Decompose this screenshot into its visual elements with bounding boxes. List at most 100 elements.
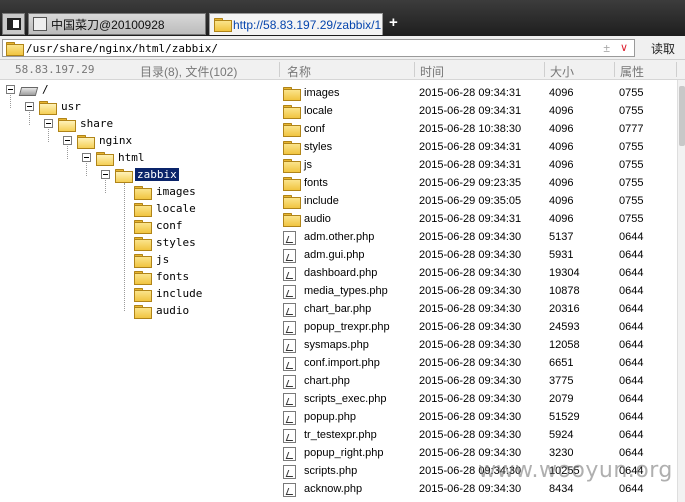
tree-node-root[interactable]: / [6,81,51,98]
new-tab-button[interactable]: + [389,14,398,31]
php-file-icon [283,393,296,407]
folder-row[interactable]: fonts 2015-06-29 09:23:35 4096 0755 [279,174,677,192]
file-size: 24593 [549,321,580,333]
tree-node-nginx[interactable]: nginx [63,132,134,149]
folder-row[interactable]: locale 2015-06-28 09:34:31 4096 0755 [279,102,677,120]
column-divider [614,62,615,77]
tree-label: / [42,83,49,96]
file-name: chart_bar.php [304,303,372,315]
file-size: 51529 [549,411,580,423]
tree-node-fonts[interactable]: fonts [134,268,191,285]
file-size: 5924 [549,429,574,441]
file-row[interactable]: scripts_exec.php 2015-06-28 09:34:30 2079 0… [279,390,677,408]
tree-label: images [156,185,196,198]
collapse-toggle[interactable] [63,136,72,145]
tree-node-usr[interactable]: usr [25,98,83,115]
file-size: 4096 [549,177,574,189]
file-time: 2015-06-28 09:34:31 [419,213,522,225]
collapse-toggle[interactable] [25,102,34,111]
path-input[interactable]: /usr/share/nginx/html/zabbix/ ± ∨ [2,39,635,57]
file-name: include [304,195,339,207]
column-time[interactable]: 时间 [420,63,444,80]
php-file-icon [283,267,296,281]
file-name: media_types.php [304,285,388,297]
collapse-toggle[interactable] [82,153,91,162]
file-name: fonts [304,177,328,189]
folder-row[interactable]: include 2015-06-29 09:35:05 4096 0755 [279,192,677,210]
tree-node-html[interactable]: html [82,149,147,166]
folder-row[interactable]: js 2015-06-28 09:34:31 4096 0755 [279,156,677,174]
file-time: 2015-06-28 09:34:30 [419,249,522,261]
file-row[interactable]: media_types.php 2015-06-28 09:34:30 10878 0… [279,282,677,300]
tree-node-audio[interactable]: audio [134,302,191,319]
tab-label: http://58.83.197.29/zabbix/1... [233,17,383,32]
file-row[interactable]: adm.gui.php 2015-06-28 09:34:30 5931 0644 [279,246,677,264]
tree-label: fonts [156,270,190,283]
file-row[interactable]: popup.php 2015-06-28 09:34:30 51529 0644 [279,408,677,426]
file-row[interactable]: popup_trexpr.php 2015-06-28 09:34:30 24593… [279,318,677,336]
file-row[interactable]: tr_testexpr.php 2015-06-28 09:34:30 5924 06… [279,426,677,444]
file-name: sysmaps.php [304,339,369,351]
add-bookmark-icon[interactable]: ± [603,41,610,55]
vertical-scrollbar[interactable] [677,80,685,502]
file-perm: 0644 [619,303,644,315]
file-name: dashboard.php [304,267,378,279]
folder-row[interactable]: audio 2015-06-28 09:34:31 4096 0755 [279,210,677,228]
read-button[interactable]: 读取 [641,39,685,57]
column-size[interactable]: 大小 [550,63,574,80]
folder-row[interactable]: images 2015-06-28 09:34:31 4096 0755 [279,84,677,102]
file-row[interactable]: conf.import.php 2015-06-28 09:34:30 6651 06… [279,354,677,372]
tree-label: conf [156,219,183,232]
file-time: 2015-06-28 09:34:30 [419,339,522,351]
tree-label: js [156,253,170,266]
tree-node-include[interactable]: include [134,285,204,302]
chevron-down-icon[interactable]: ∨ [620,41,628,54]
folder-icon [283,105,301,119]
path-text: /usr/share/nginx/html/zabbix/ [26,41,219,55]
folder-row[interactable]: styles 2015-06-28 09:34:31 4096 0755 [279,138,677,156]
file-time: 2015-06-28 09:34:31 [419,87,522,99]
file-perm: 0644 [619,321,644,333]
collapse-toggle[interactable] [101,170,110,179]
tree-label: html [118,151,145,164]
file-name: locale [304,105,333,117]
tree-node-locale[interactable]: locale [134,200,198,217]
folder-icon [6,42,24,56]
tree-node-conf[interactable]: conf [134,217,185,234]
file-time: 2015-06-28 10:38:30 [419,123,522,135]
tree-node-styles[interactable]: styles [134,234,198,251]
file-row[interactable]: chart_bar.php 2015-06-28 09:34:30 20316 064… [279,300,677,318]
collapse-toggle[interactable] [6,85,15,94]
folder-icon [283,177,301,191]
file-perm: 0755 [619,177,644,189]
column-perm[interactable]: 属性 [620,63,644,80]
file-perm: 0644 [619,483,644,495]
directory-tree: / usr share nginx html zabbix images loc… [0,80,278,502]
php-file-icon [283,321,296,335]
tab-caidao[interactable]: 中国菜刀@20100928 [28,13,206,35]
file-row[interactable]: sysmaps.php 2015-06-28 09:34:30 12058 0644 [279,336,677,354]
file-time: 2015-06-28 09:34:30 [419,357,522,369]
tab-bar: 中国菜刀@20100928 http://58.83.197.29/zabbix… [0,0,685,36]
collapse-toggle[interactable] [44,119,53,128]
file-row[interactable]: dashboard.php 2015-06-28 09:34:30 19304 064… [279,264,677,282]
file-time: 2015-06-28 09:34:30 [419,303,522,315]
drive-icon [20,85,36,95]
file-time: 2015-06-29 09:23:35 [419,177,522,189]
tree-line [124,183,125,311]
tab-zabbix[interactable]: http://58.83.197.29/zabbix/1... [209,13,383,35]
file-row[interactable]: chart.php 2015-06-28 09:34:30 3775 0644 [279,372,677,390]
scrollbar-thumb[interactable] [679,86,685,146]
file-size: 4096 [549,123,574,135]
column-name[interactable]: 名称 [287,63,311,80]
tree-node-images[interactable]: images [134,183,198,200]
tree-node-share[interactable]: share [44,115,115,132]
tree-node-js[interactable]: js [134,251,171,268]
file-row[interactable]: adm.other.php 2015-06-28 09:34:30 5137 0644 [279,228,677,246]
app-menu-button[interactable] [2,13,25,35]
file-size: 4096 [549,141,574,153]
tree-node-zabbix[interactable]: zabbix [101,166,179,183]
folder-row[interactable]: conf 2015-06-28 10:38:30 4096 0777 [279,120,677,138]
file-perm: 0644 [619,411,644,423]
php-file-icon [283,285,296,299]
